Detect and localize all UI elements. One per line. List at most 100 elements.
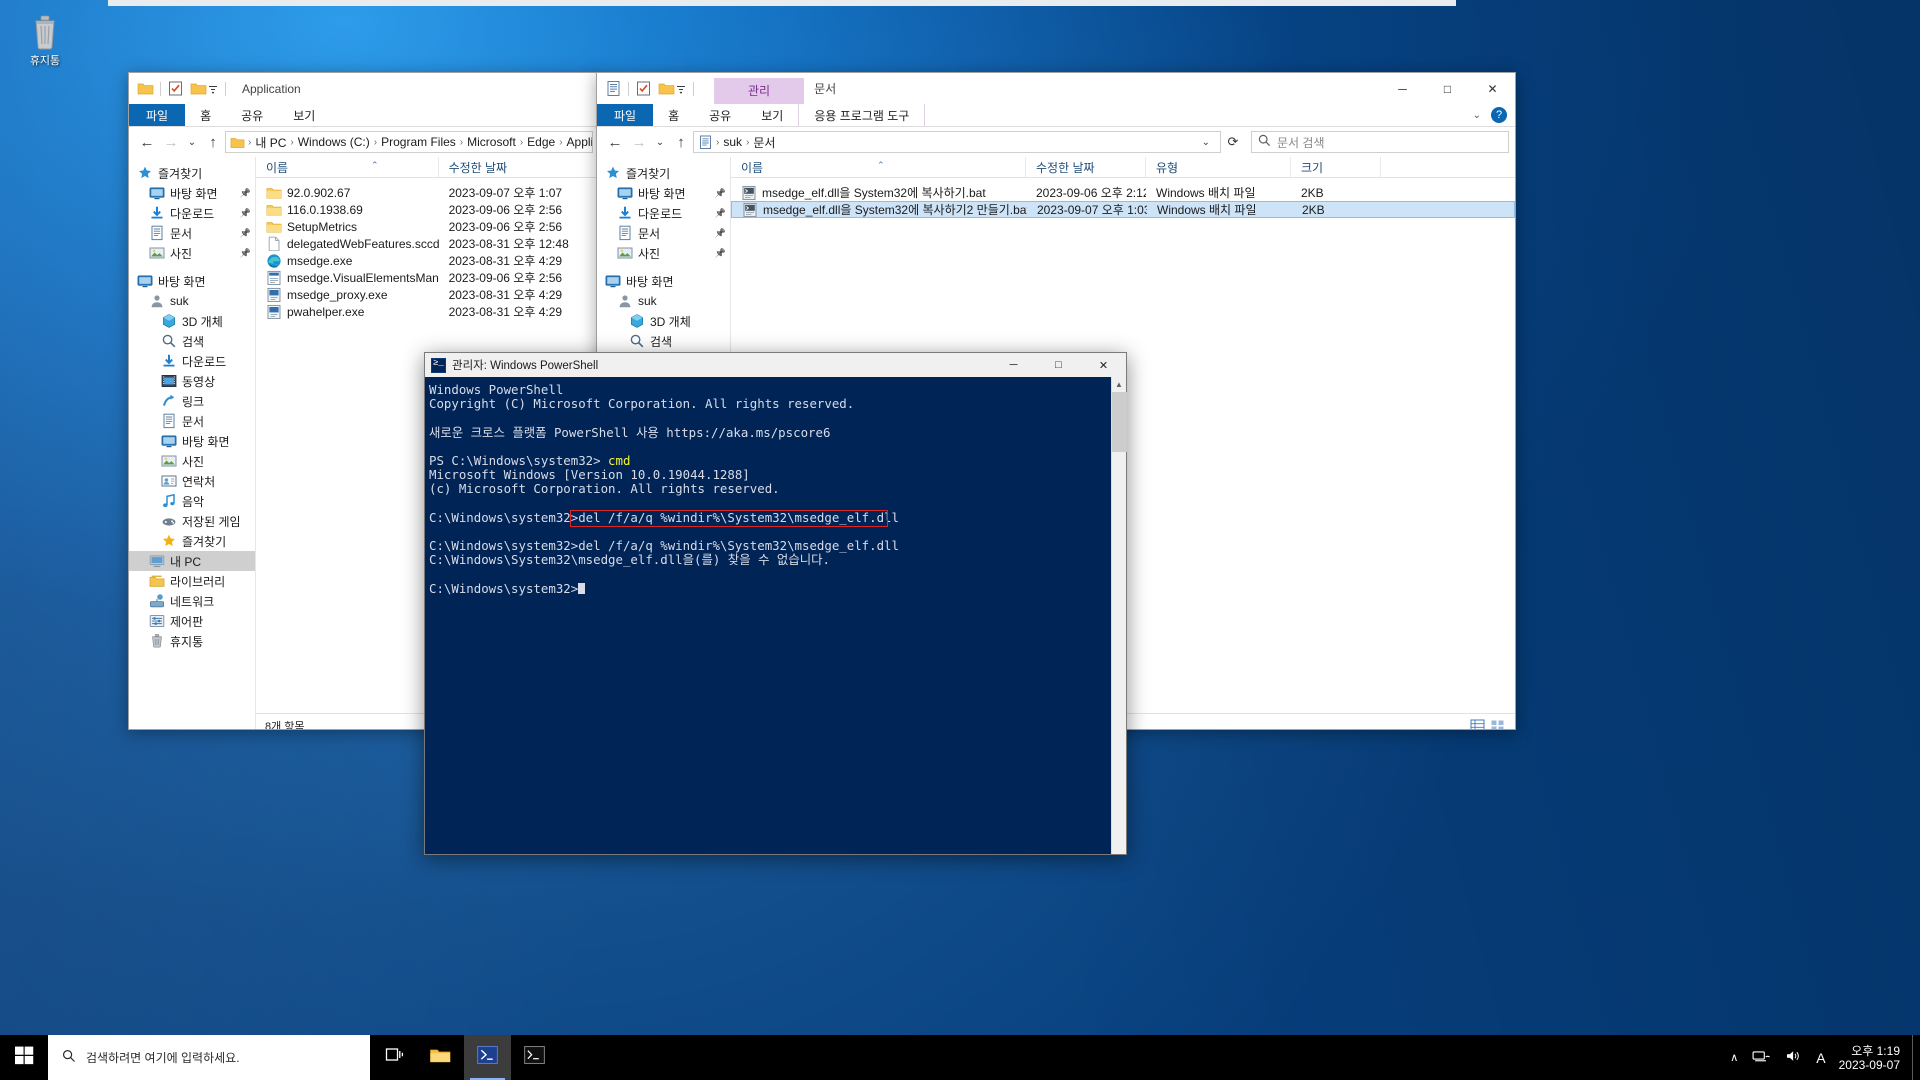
minimize-button[interactable]: ─ [991,353,1036,377]
maximize-button[interactable]: □ [1425,73,1470,104]
taskbar[interactable]: 검색하려면 여기에 입력하세요. ∧ A 오후 1:19 2023-09-07 [0,1035,1920,1080]
window2-quick-access-toolbar[interactable] [597,73,700,104]
window1-titlebar[interactable]: Application [129,73,599,104]
start-button[interactable] [0,1035,48,1080]
powershell-taskbar-button[interactable] [464,1035,511,1080]
volume-button[interactable] [1778,1035,1809,1080]
table-row[interactable]: msedge_elf.dll을 System32에 복사하기2 만들기.bat 2… [731,201,1515,218]
window1-address-bar[interactable]: ← → ⌄ ↑ › 내 PC › Windows (C:) › Program … [129,127,599,157]
breadcrumb-item-5[interactable]: Application [564,135,592,149]
pin-icon[interactable]: 📌 [715,248,726,259]
column-header-modified[interactable]: 수정한 날짜 [1026,157,1146,177]
table-row[interactable]: SetupMetrics 2023-09-06 오후 2:56 [256,218,599,235]
column-header-type[interactable]: 유형 [1146,157,1291,177]
ime-indicator[interactable]: A [1809,1035,1832,1080]
desktop-icon-recycle-bin[interactable]: 휴지통 [6,12,84,68]
refresh-button[interactable]: ⟳ [1221,131,1245,153]
nav-item-연락처[interactable]: 연락처 [129,471,255,491]
close-button[interactable]: ✕ [1470,73,1515,104]
window1-column-headers[interactable]: 이름 수정한 날짜 ⌃ [256,157,599,178]
breadcrumb-item-2[interactable]: Program Files [378,135,459,149]
nav-item-사진[interactable]: 사진 [129,451,255,471]
powershell-scrollbar[interactable]: ▲ [1111,377,1127,854]
show-desktop-button[interactable] [1912,1035,1920,1080]
forward-button[interactable]: → [159,130,183,154]
command-prompt-button[interactable] [511,1035,558,1080]
ribbon-tab-view[interactable]: 보기 [278,104,330,126]
column-header-modified[interactable]: 수정한 날짜 [439,157,599,177]
table-row[interactable]: pwahelper.exe 2023-08-31 오후 4:29 [256,303,599,320]
ribbon-tab-application-tools[interactable]: 응용 프로그램 도구 [798,104,926,126]
maximize-button[interactable]: □ [1036,353,1081,377]
window2-search-box[interactable]: 문서 검색 [1251,131,1509,153]
pin-icon[interactable]: 📌 [715,228,726,239]
nav-item-바탕 화면[interactable]: 바탕 화면 📌 [597,183,730,203]
breadcrumb-item-0[interactable]: suk [720,135,745,149]
pin-icon[interactable]: 📌 [240,228,251,239]
folder-icon[interactable] [137,80,154,97]
nav-item-링크[interactable]: 링크 [129,391,255,411]
nav-item-3D 개체[interactable]: 3D 개체 [597,311,730,331]
chevron-down-icon[interactable]: ⌄ [1473,110,1481,121]
window1-navigation-pane[interactable]: 즐겨찾기 바탕 화면 📌 다운로드 📌 문서 📌 사진 📌 바탕 화면 suk 3D 개체 검색 다운로드… [129,157,256,729]
scrollbar-thumb[interactable] [1112,392,1127,452]
window2-titlebar[interactable]: 관리 문서 ─ □ ✕ [597,73,1515,104]
ribbon-tab-view[interactable]: 보기 [746,104,798,126]
table-row[interactable]: delegatedWebFeatures.sccd 2023-08-31 오후 1… [256,235,599,252]
clock[interactable]: 오후 1:19 2023-09-07 [1833,1044,1912,1072]
nav-item-문서[interactable]: 문서 [129,411,255,431]
properties-icon[interactable] [635,80,652,97]
pin-icon[interactable]: 📌 [715,208,726,219]
window2-file-rows[interactable]: msedge_elf.dll을 System32에 복사하기.bat 2023-0… [731,178,1515,218]
ribbon-tab-home[interactable]: 홈 [185,104,226,126]
window1-file-rows[interactable]: 92.0.902.67 2023-09-07 오후 1:07 116.0.1938.… [256,178,599,320]
pin-icon[interactable]: 📌 [240,248,251,259]
recent-locations-button[interactable]: ⌄ [183,130,201,154]
ribbon-tab-share[interactable]: 공유 [694,104,746,126]
pin-icon[interactable]: 📌 [240,208,251,219]
network-status-button[interactable] [1745,1035,1778,1080]
large-icons-view-button[interactable] [1489,717,1506,729]
nav-item-문서[interactable]: 문서 📌 [597,223,730,243]
pin-icon[interactable]: 📌 [715,188,726,199]
nav-item-바탕 화면[interactable]: 바탕 화면 [597,271,730,291]
table-row[interactable]: 116.0.1938.69 2023-09-06 오후 2:56 [256,201,599,218]
nav-item-바탕 화면[interactable]: 바탕 화면 [129,271,255,291]
minimize-button[interactable]: ─ [1380,73,1425,104]
nav-item-즐겨찾기[interactable]: 즐겨찾기 [129,531,255,551]
breadcrumb-item-0[interactable]: 내 PC [252,134,289,151]
close-button[interactable]: ✕ [1081,353,1126,377]
nav-item-바탕 화면[interactable]: 바탕 화면 [129,431,255,451]
window2-column-headers[interactable]: 이름 수정한 날짜 유형 크기 ⌃ [731,157,1515,178]
ribbon-tab-share[interactable]: 공유 [226,104,278,126]
chevron-down-icon[interactable] [675,80,687,97]
window2-address-bar[interactable]: ← → ⌄ ↑ › suk › 문서 ⌄ ⟳ 문서 검색 [597,127,1515,157]
breadcrumb-item-3[interactable]: Microsoft [464,135,519,149]
back-button[interactable]: ← [135,130,159,154]
nav-item-suk[interactable]: suk [597,291,730,311]
breadcrumb-dropdown-icon[interactable]: ⌄ [1196,137,1216,148]
table-row[interactable]: msedge.exe 2023-08-31 오후 4:29 [256,252,599,269]
window2-caption-buttons[interactable]: ─ □ ✕ [1380,73,1515,104]
nav-item-음악[interactable]: 음악 [129,491,255,511]
properties-icon[interactable] [167,80,184,97]
ribbon-tab-home[interactable]: 홈 [653,104,694,126]
nav-item-바탕 화면[interactable]: 바탕 화면 📌 [129,183,255,203]
details-view-button[interactable] [1469,717,1486,729]
new-folder-icon[interactable] [658,80,675,97]
table-row[interactable]: msedge.VisualElementsManifest.xml 2023-09… [256,269,599,286]
nav-item-검색[interactable]: 검색 [597,331,730,351]
help-icon[interactable]: ? [1491,107,1507,123]
up-button[interactable]: ↑ [201,130,225,154]
nav-item-라이브러리[interactable]: 라이브러리 [129,571,255,591]
nav-item-다운로드[interactable]: 다운로드 [129,351,255,371]
window2-ribbon-tabs[interactable]: 파일 홈 공유 보기 응용 프로그램 도구 ⌄ ? [597,104,1515,127]
nav-item-내 PC[interactable]: 내 PC [129,551,255,571]
nav-item-저장된 게임[interactable]: 저장된 게임 [129,511,255,531]
nav-item-즐겨찾기[interactable]: 즐겨찾기 [597,163,730,183]
forward-button[interactable]: → [627,130,651,154]
pin-icon[interactable]: 📌 [240,188,251,199]
powershell-caption-buttons[interactable]: ─ □ ✕ [991,353,1126,377]
breadcrumb-item-1[interactable]: Windows (C:) [295,135,373,149]
powershell-console-output[interactable]: Windows PowerShell Copyright (C) Microsof… [425,377,1126,854]
